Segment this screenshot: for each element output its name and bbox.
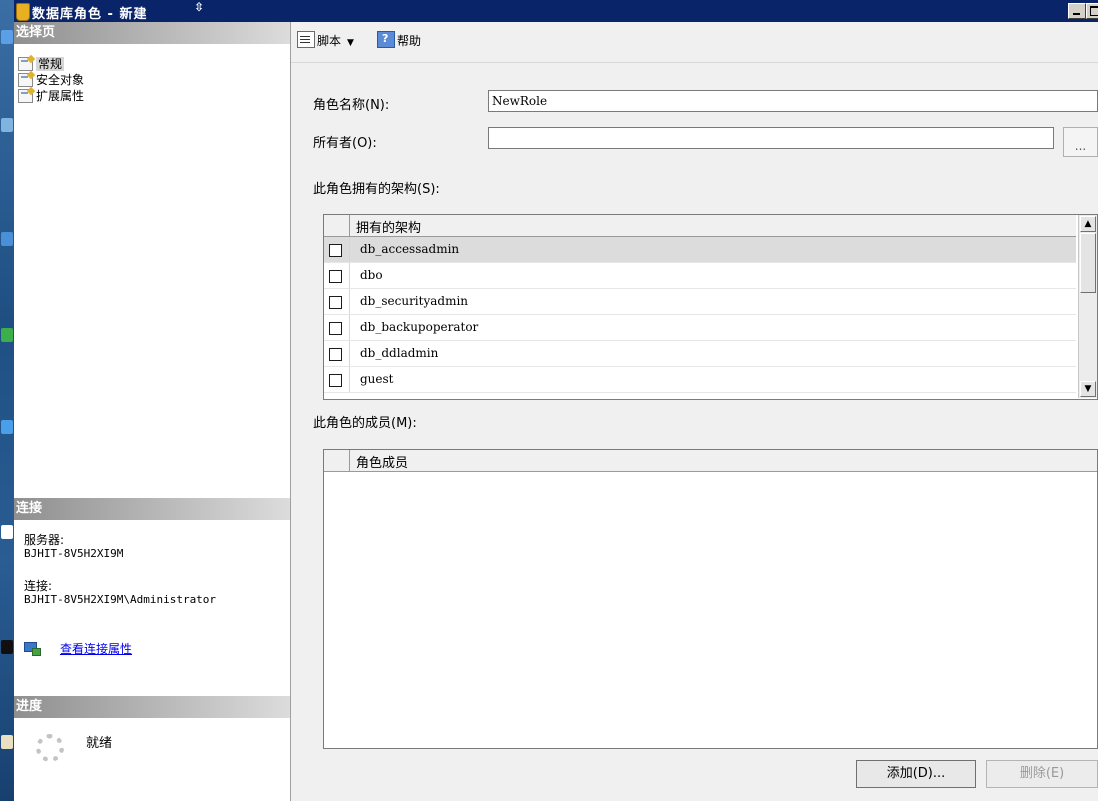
remove-button[interactable]: 删除(E) <box>986 760 1098 788</box>
desktop-icon[interactable] <box>1 420 13 434</box>
window-title: 数据库角色 - 新建 <box>32 7 148 22</box>
connection-label: 连接: <box>24 579 53 593</box>
schema-checkbox[interactable] <box>329 322 342 335</box>
role-members-grid-header: 角色成员 <box>324 450 1097 472</box>
help-label: 帮助 <box>397 34 422 48</box>
desktop-icon[interactable] <box>1 640 13 654</box>
owner-input[interactable] <box>489 128 1053 148</box>
progress-header: 进度 <box>14 696 290 718</box>
dropdown-arrow-icon[interactable]: ▼ <box>347 38 354 48</box>
schema-name: guest <box>360 372 394 386</box>
table-row[interactable]: db_securityadmin <box>324 289 1076 315</box>
database-role-icon <box>16 3 30 21</box>
owner-field[interactable] <box>488 127 1054 149</box>
owned-schemas-scrollbar[interactable]: ▲ ▼ <box>1078 215 1097 398</box>
page-icon <box>18 89 33 103</box>
page-item-label: 安全对象 <box>36 73 85 87</box>
table-row[interactable]: dbo <box>324 263 1076 289</box>
script-button[interactable]: 脚本 ▼ <box>297 31 354 51</box>
server-value: BJHIT-8V5H2XI9M <box>24 547 124 560</box>
window-title-bar[interactable]: 数据库角色 - 新建 ⇳ <box>14 0 1098 22</box>
members-label: 此角色的成员(M): <box>313 416 417 431</box>
schema-name: db_ddladmin <box>360 346 439 360</box>
server-label: 服务器: <box>24 533 65 547</box>
schema-name: dbo <box>360 268 383 282</box>
script-label: 脚本 <box>317 34 342 48</box>
owned-schemas-grid: 拥有的架构 db_accessadmin dbo db_securityadmi… <box>323 214 1098 400</box>
schema-checkbox[interactable] <box>329 348 342 361</box>
grid-corner <box>324 450 350 471</box>
table-row[interactable]: db_ddladmin <box>324 341 1076 367</box>
page-icon <box>18 57 33 71</box>
table-row[interactable]: db_backupoperator <box>324 315 1076 341</box>
toolbar: 脚本 ▼ 帮助 <box>291 22 1098 62</box>
scroll-thumb[interactable] <box>1080 233 1096 293</box>
schema-checkbox[interactable] <box>329 244 342 257</box>
desktop-icon[interactable] <box>1 232 13 246</box>
desktop-icon[interactable] <box>1 118 13 132</box>
schema-checkbox[interactable] <box>329 270 342 283</box>
role-name-label: 角色名称(N): <box>313 98 390 113</box>
select-page-header: 选择页 <box>14 22 290 44</box>
minimize-button[interactable] <box>1068 3 1086 19</box>
desktop-icon[interactable] <box>1 30 13 44</box>
role-members-grid[interactable]: 角色成员 <box>323 449 1098 749</box>
page-item-extended-properties[interactable]: 扩展属性 <box>18 88 84 104</box>
schema-name: db_accessadmin <box>360 242 460 256</box>
page-item-label: 常规 <box>36 57 65 71</box>
owned-schemas-grid-header: 拥有的架构 <box>324 215 1076 237</box>
help-icon <box>377 29 395 49</box>
role-members-column-header[interactable]: 角色成员 <box>356 452 408 471</box>
maximize-button[interactable] <box>1086 3 1098 19</box>
desktop-background-strip <box>0 0 14 801</box>
owner-browse-button[interactable]: ... <box>1063 127 1098 157</box>
page-item-general[interactable]: 常规 <box>18 56 84 72</box>
table-row[interactable]: db_accessadmin <box>324 237 1076 263</box>
role-name-input[interactable] <box>489 91 1097 111</box>
schema-name: db_securityadmin <box>360 294 469 308</box>
connection-value: BJHIT-8V5H2XI9M\Administrator <box>24 593 217 606</box>
connection-properties-icon <box>24 642 41 656</box>
mouse-pointer-icon: ⇳ <box>194 0 205 14</box>
owned-schemas-column-header[interactable]: 拥有的架构 <box>356 217 421 236</box>
grid-corner <box>324 215 350 236</box>
owner-label: 所有者(O): <box>313 136 377 151</box>
schema-checkbox[interactable] <box>329 374 342 387</box>
view-connection-properties-link[interactable]: 查看连接属性 <box>60 640 132 657</box>
desktop-icon[interactable] <box>1 525 13 539</box>
scroll-down-icon[interactable]: ▼ <box>1080 381 1096 397</box>
schema-checkbox[interactable] <box>329 296 342 309</box>
page-item-securables[interactable]: 安全对象 <box>18 72 84 88</box>
progress-status: 就绪 <box>86 736 113 751</box>
table-row[interactable]: guest <box>324 367 1076 393</box>
page-icon <box>18 73 33 87</box>
left-pane: 选择页 常规 安全对象 扩展属性 连接 服务器: BJHIT-8V5H2XI9M… <box>14 22 291 801</box>
schema-name: db_backupoperator <box>360 320 479 334</box>
add-button[interactable]: 添加(D)... <box>856 760 976 788</box>
page-list: 常规 安全对象 扩展属性 <box>18 56 84 104</box>
desktop-icon[interactable] <box>1 735 13 749</box>
script-icon <box>297 31 315 48</box>
scroll-up-icon[interactable]: ▲ <box>1080 216 1096 232</box>
progress-spinner-icon <box>36 734 64 762</box>
owned-schemas-label: 此角色拥有的架构(S): <box>313 182 440 197</box>
role-name-field[interactable] <box>488 90 1098 112</box>
desktop-icon[interactable] <box>1 328 13 342</box>
connection-header: 连接 <box>14 498 290 520</box>
help-button[interactable]: 帮助 <box>377 29 422 51</box>
right-pane: 脚本 ▼ 帮助 角色名称(N): 所有者(O): ... 此角色拥有的架构(S):… <box>291 22 1098 801</box>
page-item-label: 扩展属性 <box>36 89 85 103</box>
toolbar-divider <box>291 62 1098 63</box>
connection-info: 服务器: BJHIT-8V5H2XI9M 连接: BJHIT-8V5H2XI9M… <box>24 533 217 607</box>
